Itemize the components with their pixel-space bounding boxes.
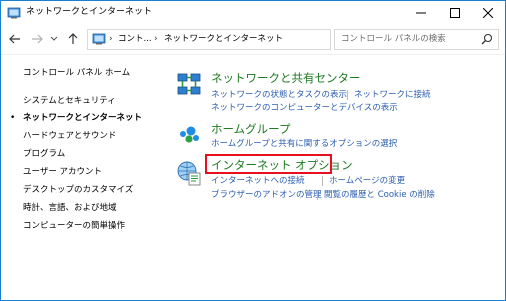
link-divider (322, 176, 323, 186)
toolbar-divider (1, 54, 505, 55)
minimize-button[interactable] (404, 1, 438, 25)
breadcrumb-network-internet[interactable]: ネットワークとインターネット (164, 32, 283, 47)
control-panel-icon (92, 33, 106, 45)
link-homegroup-sharing-options[interactable]: ホームグループと共有に関するオプションの選択 (211, 138, 397, 150)
network-sharing-center-icon[interactable] (175, 71, 203, 99)
control-panel-window: ネットワークとインターネット › コント... › ネットワークとインターネット… (0, 0, 506, 301)
sidebar-item-clock-language-region[interactable]: 時計、言語、および地域 (23, 202, 117, 214)
title-bar[interactable]: ネットワークとインターネット (1, 1, 505, 25)
breadcrumb-separator: › (154, 34, 158, 44)
link-view-network-status[interactable]: ネットワークの状態とタスクの表示 (211, 89, 347, 101)
breadcrumb-separator: › (109, 34, 113, 44)
search-input[interactable]: コントロール パネルの検索 (334, 29, 499, 50)
sidebar-item-programs[interactable]: プログラム (23, 148, 65, 160)
recent-locations-button[interactable] (49, 30, 59, 48)
maximize-icon (450, 8, 460, 18)
sidebar-home-link[interactable]: コントロール パネル ホーム (23, 67, 130, 79)
close-button[interactable] (471, 1, 505, 25)
link-view-network-computers[interactable]: ネットワークのコンピューターとデバイスの表示 (211, 102, 398, 114)
minimize-icon (416, 12, 426, 14)
sidebar-item-personalization[interactable]: デスクトップのカスタマイズ (23, 184, 133, 196)
link-divider (317, 190, 318, 200)
arrow-up-icon (68, 33, 78, 44)
category-title-homegroup[interactable]: ホームグループ (211, 122, 290, 137)
link-divider (347, 90, 348, 100)
sidebar-item-ease-of-access[interactable]: コンピューターの簡単操作 (23, 220, 125, 232)
link-connect-to-network[interactable]: ネットワークに接続 (354, 89, 431, 101)
close-icon (483, 8, 493, 18)
internet-options-icon[interactable] (175, 159, 203, 187)
link-change-home-page[interactable]: ホームページの変更 (329, 175, 405, 187)
forward-button[interactable] (29, 30, 45, 48)
sidebar-item-system-security[interactable]: システムとセキュリティ (23, 95, 116, 107)
sidebar-item-hardware-sound[interactable]: ハードウェアとサウンド (23, 130, 116, 142)
link-connect-to-internet[interactable]: インターネットへの接続 (211, 175, 305, 187)
window-title: ネットワークとインターネット (26, 7, 153, 17)
internet-options-highlight-box (205, 154, 332, 174)
maximize-button[interactable] (438, 1, 472, 25)
control-panel-icon (7, 7, 21, 19)
link-delete-history-cookies[interactable]: 閲覧の履歴と Cookie の削除 (324, 189, 435, 201)
breadcrumb-control-panel[interactable]: コント... (118, 32, 152, 47)
sidebar-item-network-internet[interactable]: ネットワークとインターネット (23, 112, 142, 124)
navigation-bar: › コント... › ネットワークとインターネット コントロール パネルの検索 (1, 26, 505, 52)
arrow-left-icon (9, 34, 20, 44)
address-bar[interactable]: › コント... › ネットワークとインターネット (87, 29, 411, 50)
search-icon[interactable] (481, 33, 493, 45)
category-title-network-sharing-center[interactable]: ネットワークと共有センター (211, 71, 361, 86)
link-manage-browser-addons[interactable]: ブラウザーのアドオンの管理 (211, 189, 322, 201)
homegroup-icon[interactable] (175, 121, 203, 149)
sidebar-item-user-accounts[interactable]: ユーザー アカウント (23, 166, 102, 178)
search-placeholder: コントロール パネルの検索 (341, 34, 446, 44)
active-bullet-icon: • (10, 113, 16, 123)
up-button[interactable] (65, 30, 81, 48)
arrow-right-icon (32, 34, 43, 44)
back-button[interactable] (7, 30, 23, 48)
chevron-down-icon (50, 36, 58, 41)
